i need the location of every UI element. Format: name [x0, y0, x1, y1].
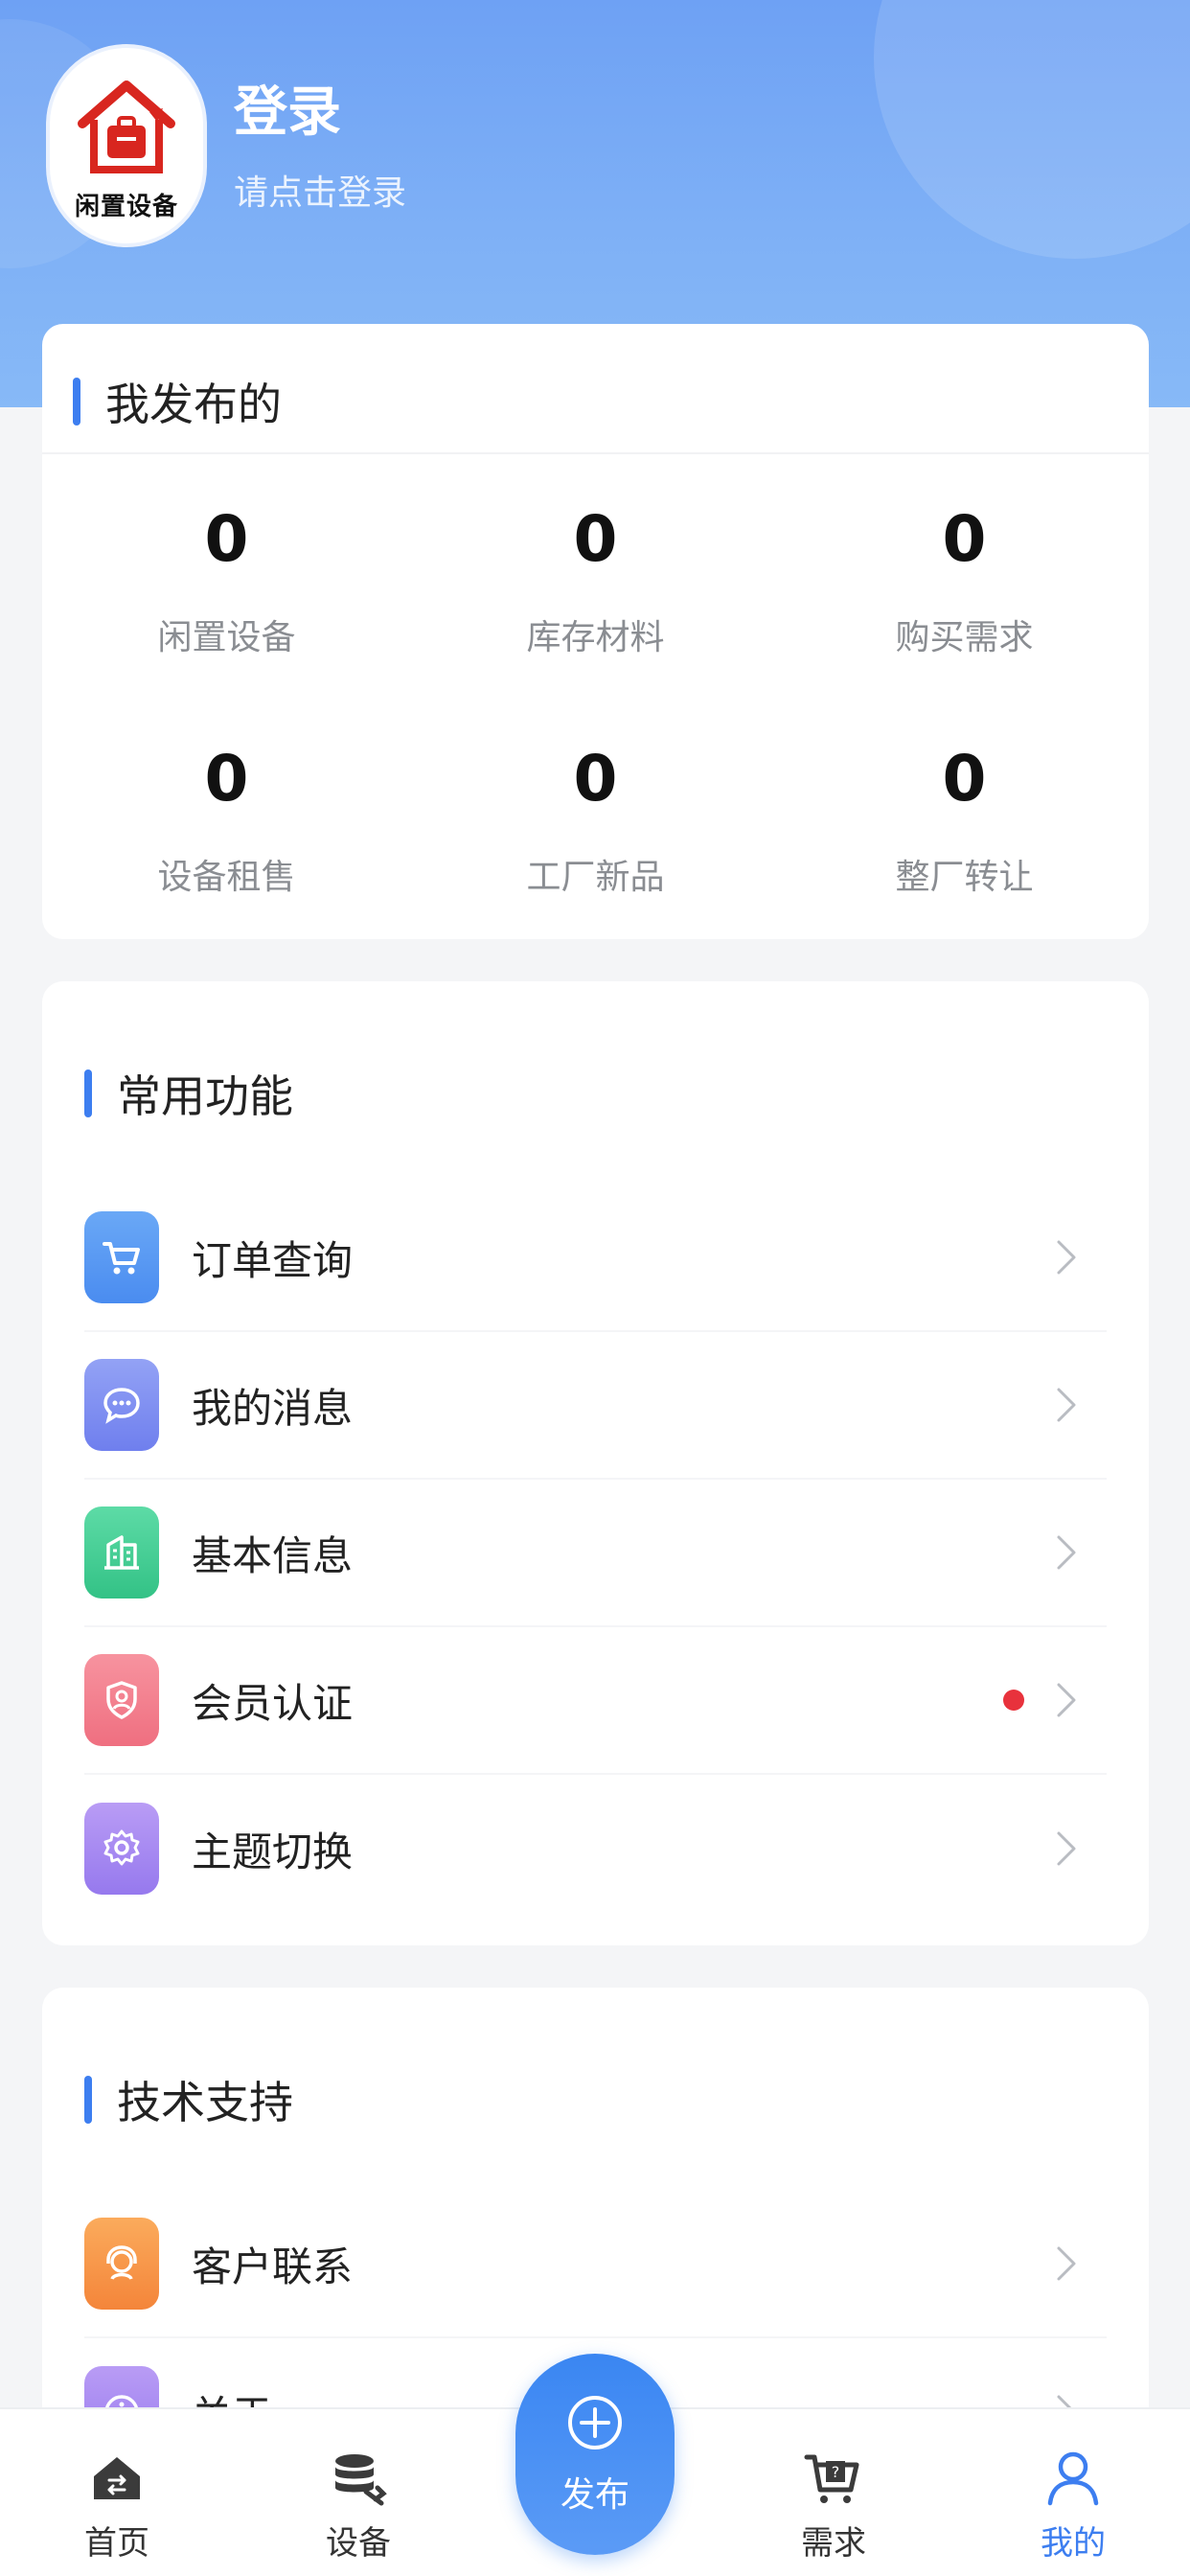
building-icon: [104, 1535, 139, 1570]
chevron-right-icon: [1057, 1240, 1076, 1275]
tab-label: 设备: [326, 2524, 391, 2563]
stat-purchase-demand[interactable]: 0 购买需求: [780, 508, 1149, 659]
chevron-right-icon: [1057, 1683, 1076, 1717]
published-card: 我发布的 0 闲置设备 0 库存材料 0 购买需求 0 设备租售 0 工厂新品 …: [42, 324, 1149, 939]
common-section-title: 常用功能: [84, 1062, 293, 1125]
stat-value: 0: [573, 502, 618, 576]
publish-button[interactable]: 发布: [515, 2354, 675, 2555]
stat-value: 0: [573, 742, 618, 816]
stat-equipment-rental[interactable]: 0 设备租售: [42, 748, 411, 899]
menu-item-theme-switch[interactable]: 主题切换: [84, 1775, 1107, 1922]
menu-item-my-messages[interactable]: 我的消息: [84, 1332, 1107, 1480]
menu-item-label: 我的消息: [192, 1384, 354, 1432]
menu-item-label: 客户联系: [192, 2242, 354, 2290]
stat-value: 0: [942, 742, 987, 816]
menu-item-basic-info[interactable]: 基本信息: [84, 1480, 1107, 1627]
section-accent-bar: [73, 378, 80, 426]
menu-item-label: 订单查询: [192, 1236, 354, 1284]
chevron-right-icon: [1057, 1535, 1076, 1570]
avatar[interactable]: 闲置设备: [46, 44, 207, 247]
stat-value: 0: [204, 502, 249, 576]
support-section-title: 技术支持: [84, 2068, 293, 2131]
section-title-text: 我发布的: [105, 379, 282, 430]
login-title[interactable]: 登录: [234, 69, 341, 147]
menu-item-order-query[interactable]: 订单查询: [84, 1184, 1107, 1332]
notification-dot: [1003, 1690, 1024, 1711]
publish-label: 发布: [560, 2475, 629, 2515]
tab-home[interactable]: 首页: [21, 2448, 213, 2564]
menu-item-label: 会员认证: [192, 1679, 354, 1727]
cart-icon: [103, 1242, 140, 1275]
menu-item-label: 基本信息: [192, 1531, 354, 1579]
user-icon: [1047, 2451, 1099, 2506]
tab-label: 首页: [84, 2524, 149, 2563]
home-icon: [94, 2457, 140, 2499]
section-accent-bar: [84, 1070, 92, 1117]
stat-label: 工厂新品: [526, 858, 665, 897]
header-decoration: [874, 0, 1190, 259]
tab-equipment[interactable]: 设备: [263, 2448, 454, 2564]
stat-label: 设备租售: [157, 858, 296, 897]
menu-icon-bg: [84, 1506, 159, 1598]
stat-inventory-material[interactable]: 0 库存材料: [411, 508, 780, 659]
logo-text: 闲置设备: [74, 192, 178, 221]
message-icon: [103, 1388, 140, 1424]
stat-label: 整厂转让: [895, 858, 1034, 897]
chevron-right-icon: [1057, 1388, 1076, 1422]
tab-label: 我的: [1041, 2524, 1106, 2563]
stat-value: 0: [942, 502, 987, 576]
chevron-right-icon: [1057, 1831, 1076, 1866]
database-icon: [335, 2454, 387, 2506]
common-functions-card: 常用功能 订单查询 我的消息 基本信息 会员认证 主题切换: [42, 981, 1149, 1945]
plus-circle-icon: [568, 2396, 622, 2450]
service-icon: [106, 2245, 137, 2280]
tab-demand[interactable]: ? 需求: [738, 2448, 929, 2564]
stat-label: 库存材料: [526, 618, 665, 657]
section-title-text: 常用功能: [117, 1070, 293, 1122]
section-title-text: 技术支持: [117, 2077, 293, 2128]
tab-mine[interactable]: 我的: [977, 2448, 1169, 2564]
menu-icon-bg: [84, 1359, 159, 1451]
house-logo-icon: [78, 80, 175, 173]
login-subtitle[interactable]: 请点击登录: [234, 165, 406, 215]
chevron-right-icon: [1057, 2246, 1076, 2281]
stat-label: 购买需求: [895, 618, 1034, 657]
menu-icon-bg: [84, 1211, 159, 1303]
stat-value: 0: [204, 742, 249, 816]
menu-item-label: 主题切换: [192, 1828, 354, 1875]
menu-icon-bg: [84, 2218, 159, 2310]
badge-icon: [106, 1681, 137, 1719]
divider: [42, 452, 1149, 454]
gear-icon: [103, 1829, 140, 1866]
cart-question-icon: ?: [804, 2454, 859, 2503]
published-section-title: 我发布的: [73, 370, 282, 433]
stat-idle-equipment[interactable]: 0 闲置设备: [42, 508, 411, 659]
svg-text:?: ?: [832, 2463, 840, 2481]
section-accent-bar: [84, 2076, 92, 2124]
menu-item-customer-contact[interactable]: 客户联系: [84, 2191, 1107, 2338]
tab-label: 需求: [801, 2524, 866, 2563]
menu-icon-bg: [84, 1654, 159, 1746]
stat-factory-transfer[interactable]: 0 整厂转让: [780, 748, 1149, 899]
menu-icon-bg: [84, 1803, 159, 1895]
menu-item-member-verification[interactable]: 会员认证: [84, 1627, 1107, 1775]
stat-label: 闲置设备: [157, 618, 296, 657]
stat-factory-new[interactable]: 0 工厂新品: [411, 748, 780, 899]
